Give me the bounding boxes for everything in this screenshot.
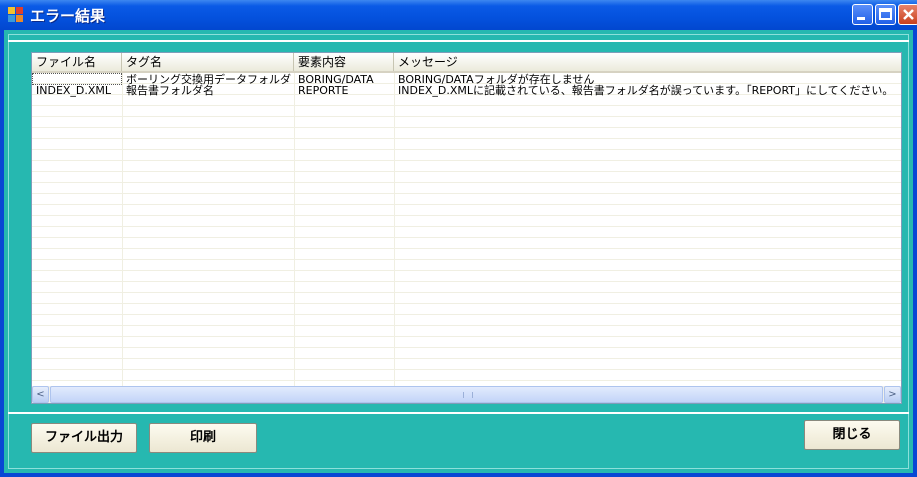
grid-row-line <box>32 260 901 271</box>
scroll-left-button[interactable]: < <box>32 386 49 403</box>
grid-row-line <box>32 304 901 315</box>
grid-header: ファイル名 タグ名 要素内容 メッセージ <box>32 53 901 73</box>
grid-row-line <box>32 172 901 183</box>
grid-row-line <box>32 117 901 128</box>
close-button[interactable]: 閉じる <box>804 420 900 450</box>
file-output-button[interactable]: ファイル出力 <box>31 423 137 453</box>
grid-row-line <box>32 150 901 161</box>
grid-row-line <box>32 370 901 381</box>
top-separator <box>8 40 909 42</box>
column-header-element-content[interactable]: 要素内容 <box>294 53 394 71</box>
minimize-button[interactable] <box>852 4 873 25</box>
grid-row-line <box>32 326 901 337</box>
close-icon <box>903 9 914 20</box>
grid-row-line <box>32 359 901 370</box>
bottom-separator <box>8 412 909 414</box>
horizontal-scrollbar[interactable]: < > <box>32 386 901 403</box>
grid-row-line <box>32 216 901 227</box>
cell-message: INDEX_D.XMLに記載されている、報告書フォルダ名が誤っています。「REP… <box>398 84 894 97</box>
window-title: エラー結果 <box>30 7 106 25</box>
grid-row-line <box>32 183 901 194</box>
cell-element-content: REPORTE <box>298 84 349 97</box>
grid-row-line <box>32 293 901 304</box>
error-result-window: エラー結果 ファイル名 タグ名 要素内容 メッセージ ボーリング交換用データフォ… <box>0 0 917 477</box>
column-header-tagname[interactable]: タグ名 <box>122 53 294 71</box>
grid-row-line <box>32 106 901 117</box>
column-header-message[interactable]: メッセージ <box>394 53 901 71</box>
scrollbar-thumb[interactable] <box>50 386 883 403</box>
grid-row-line <box>32 161 901 172</box>
grid-row-line <box>32 315 901 326</box>
chevron-right-icon: > <box>888 389 897 400</box>
grid-row-line <box>32 139 901 150</box>
close-window-button[interactable] <box>898 4 917 25</box>
grid-row-line <box>32 249 901 260</box>
grid-row-line <box>32 194 901 205</box>
app-icon <box>8 7 24 23</box>
grid-row-line <box>32 348 901 359</box>
grid-row-line <box>32 337 901 348</box>
grid-row-line <box>32 238 901 249</box>
grid-row-line <box>32 205 901 216</box>
title-bar[interactable]: エラー結果 <box>0 0 917 30</box>
grid-row-line <box>32 128 901 139</box>
scroll-right-button[interactable]: > <box>884 386 901 403</box>
maximize-icon <box>879 8 892 20</box>
maximize-button[interactable] <box>875 4 896 25</box>
print-button[interactable]: 印刷 <box>149 423 257 453</box>
minimize-icon <box>857 17 865 20</box>
grid-row-line <box>32 227 901 238</box>
grid-row-line <box>32 271 901 282</box>
grip-icon <box>463 392 473 398</box>
cell-filename: INDEX_D.XML <box>36 84 112 97</box>
error-grid[interactable]: ファイル名 タグ名 要素内容 メッセージ ボーリング交換用データフォルダ BOR… <box>31 52 902 404</box>
chevron-left-icon: < <box>36 389 45 400</box>
column-header-filename[interactable]: ファイル名 <box>32 53 122 71</box>
cell-tagname: 報告書フォルダ名 <box>126 84 214 97</box>
grid-row-line <box>32 282 901 293</box>
